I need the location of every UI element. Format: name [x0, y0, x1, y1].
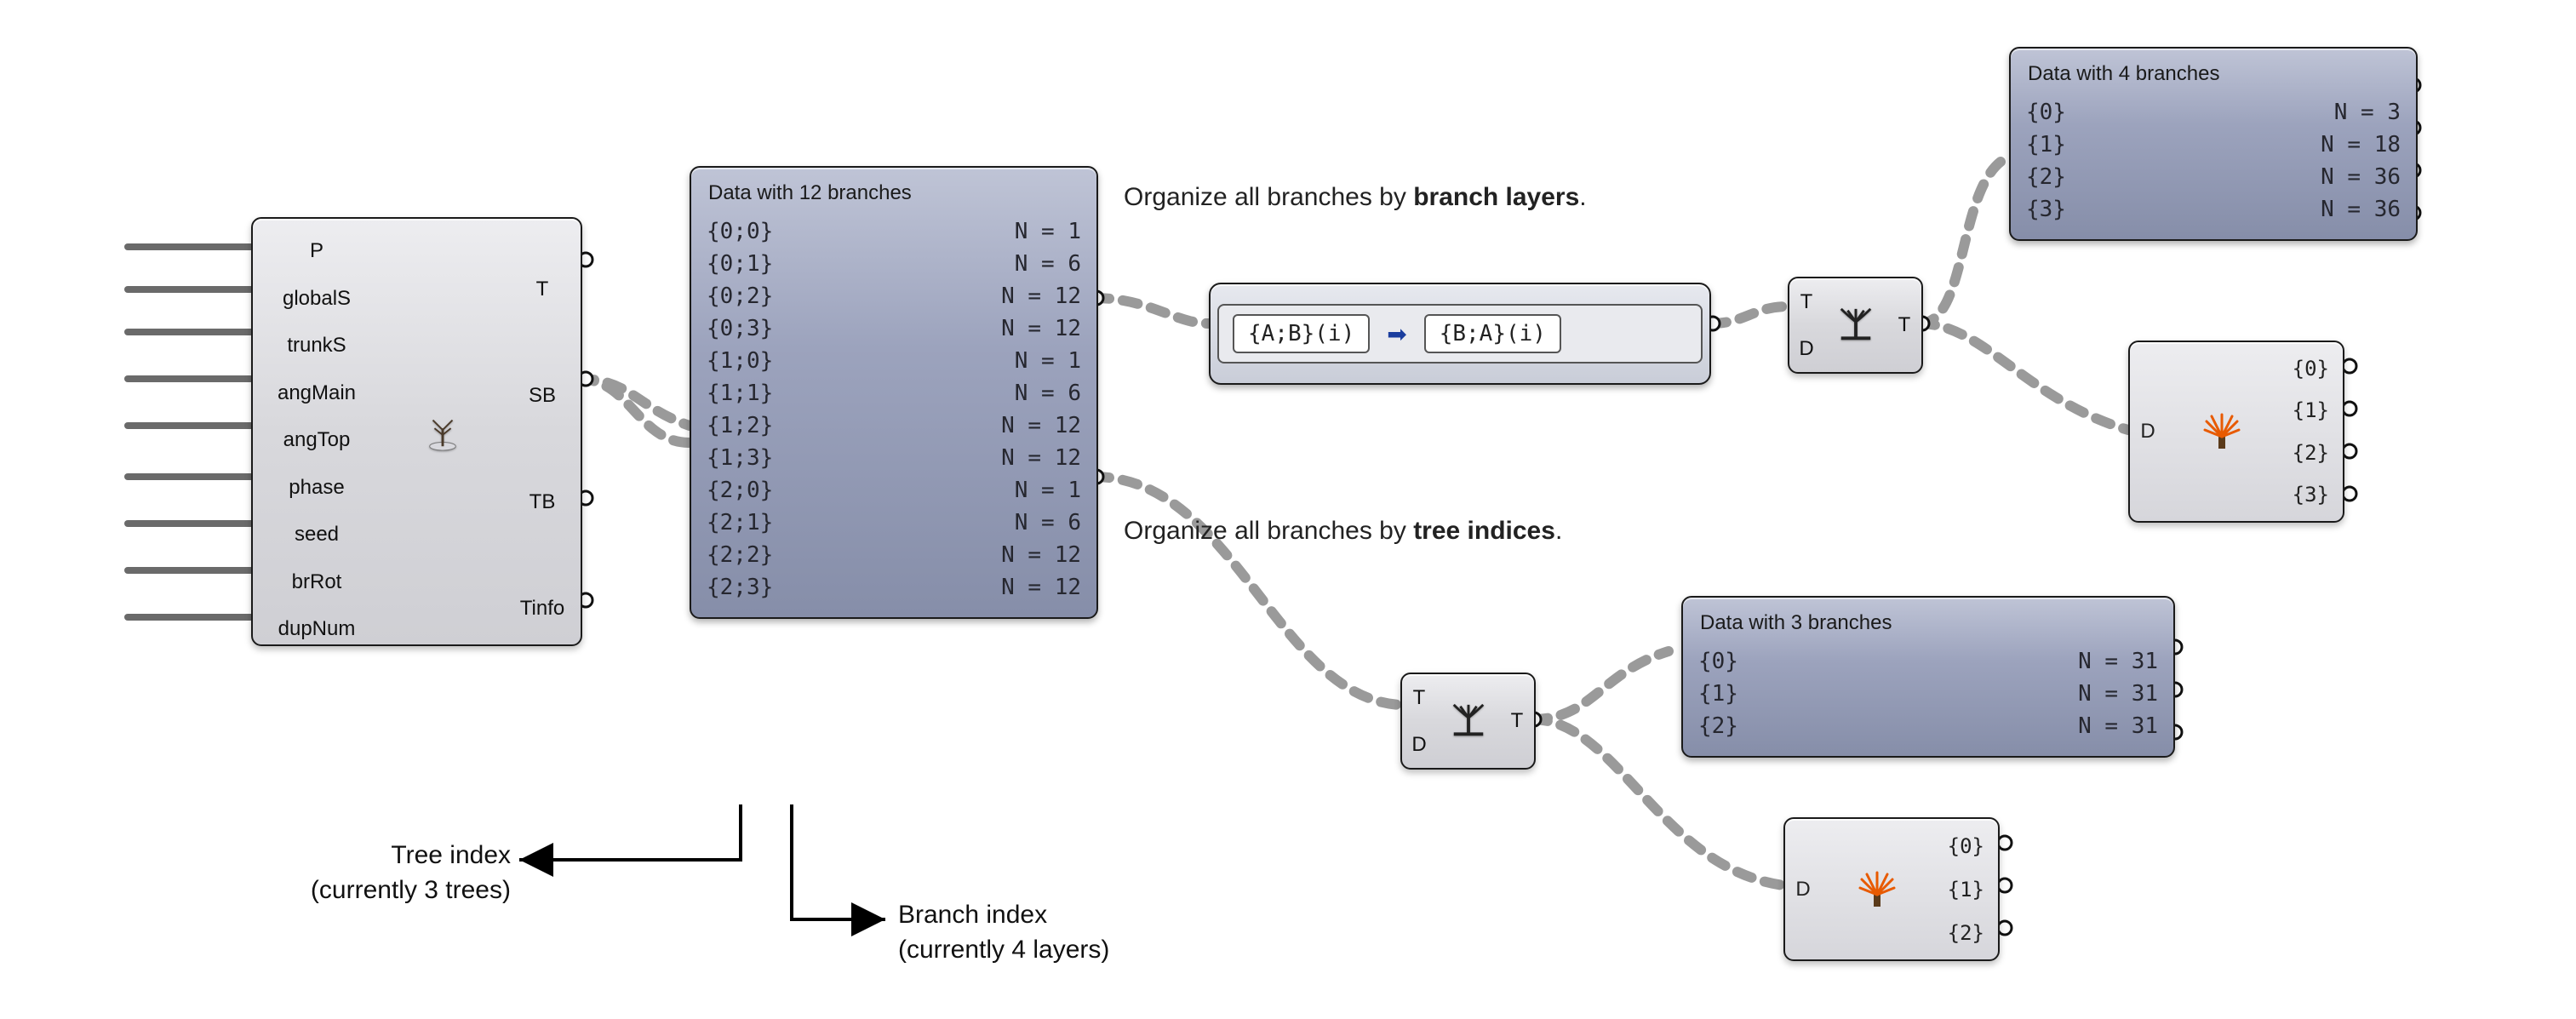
- explode-tree-icon: [1857, 869, 1898, 910]
- cluster-component[interactable]: P globalS trunkS angMain angTop phase se…: [251, 217, 582, 646]
- cluster-in-angTop: angTop: [283, 421, 351, 460]
- explode-bot-out-2: {2}: [1948, 921, 1984, 945]
- cluster-out-T: T: [536, 270, 549, 309]
- explode-top-out-3: {3}: [2293, 483, 2329, 507]
- cluster-in-angMain: angMain: [278, 374, 356, 413]
- flatten-tree-top[interactable]: T D T: [1788, 277, 1923, 374]
- cluster-in-brRot: brRot: [292, 563, 342, 602]
- flatten-bot-in-T: T: [1413, 678, 1426, 718]
- cluster-in-globalS: globalS: [283, 279, 351, 318]
- panel-12-branches[interactable]: Data with 12 branches {0;0}N = 1 {0;1}N …: [690, 166, 1098, 619]
- flatten-tree-icon: [1449, 701, 1488, 741]
- explode-tree-icon: [2201, 411, 2242, 452]
- explode-tree-bottom[interactable]: D {0} {1} {2}: [1783, 817, 2000, 961]
- path-mapper-component[interactable]: {A;B}(i) ➡ {B;A}(i): [1209, 283, 1711, 385]
- panel-rows: {0}N = 31 {1}N = 31 {2}N = 31: [1698, 645, 2158, 742]
- flatten-bot-out-T: T: [1511, 701, 1524, 741]
- panel-3-branches[interactable]: Data with 3 branches {0}N = 31 {1}N = 31…: [1681, 596, 2175, 758]
- explode-bot-in-D: D: [1795, 878, 1810, 902]
- cluster-in-seed: seed: [295, 515, 339, 554]
- cluster-in-phase: phase: [289, 468, 344, 507]
- panel-title: Data with 12 branches: [708, 181, 1079, 205]
- pathmap-source[interactable]: {A;B}(i): [1233, 314, 1370, 353]
- flatten-tree-icon: [1836, 306, 1875, 345]
- explode-top-in-D: D: [2140, 420, 2155, 444]
- cluster-out-Tinfo: Tinfo: [520, 589, 564, 628]
- annotation-branch-index: Branch index (currently 4 layers): [898, 898, 1109, 967]
- explode-top-out-0: {0}: [2293, 357, 2329, 381]
- panel-title: Data with 4 branches: [2028, 62, 2399, 86]
- note-branch-layers: Organize all branches by branch layers.: [1124, 183, 1587, 212]
- flatten-tree-bottom[interactable]: T D T: [1400, 673, 1536, 770]
- cluster-in-dupNum: dupNum: [278, 610, 356, 649]
- flatten-top-in-T: T: [1800, 283, 1813, 322]
- cluster-out-TB: TB: [530, 483, 556, 522]
- note-tree-indices: Organize all branches by tree indices.: [1124, 517, 1562, 546]
- cluster-in-trunkS: trunkS: [287, 326, 346, 365]
- explode-bot-out-1: {1}: [1948, 878, 1984, 902]
- explode-tree-top[interactable]: D {0} {1} {2} {3}: [2128, 341, 2344, 523]
- annotation-tree-index: Tree index (currently 3 trees): [238, 839, 511, 907]
- cluster-in-P: P: [310, 232, 323, 271]
- cluster-out-SB: SB: [529, 376, 556, 415]
- panel-rows: {0}N = 3 {1}N = 18 {2}N = 36 {3}N = 36: [2026, 96, 2401, 226]
- flatten-bot-in-D: D: [1411, 725, 1426, 764]
- panel-rows: {0;0}N = 1 {0;1}N = 6 {0;2}N = 12 {0;3}N…: [707, 215, 1081, 604]
- flatten-top-out-T: T: [1898, 306, 1911, 345]
- panel-title: Data with 3 branches: [1700, 611, 2156, 635]
- tree-cluster-icon: [423, 412, 462, 451]
- flatten-top-in-D: D: [1799, 329, 1813, 369]
- explode-top-out-2: {2}: [2293, 441, 2329, 465]
- explode-top-out-1: {1}: [2293, 398, 2329, 422]
- pathmap-target[interactable]: {B;A}(i): [1424, 314, 1561, 353]
- arrow-right-icon: ➡: [1387, 320, 1406, 348]
- explode-bot-out-0: {0}: [1948, 834, 1984, 858]
- panel-4-branches[interactable]: Data with 4 branches {0}N = 3 {1}N = 18 …: [2009, 47, 2418, 241]
